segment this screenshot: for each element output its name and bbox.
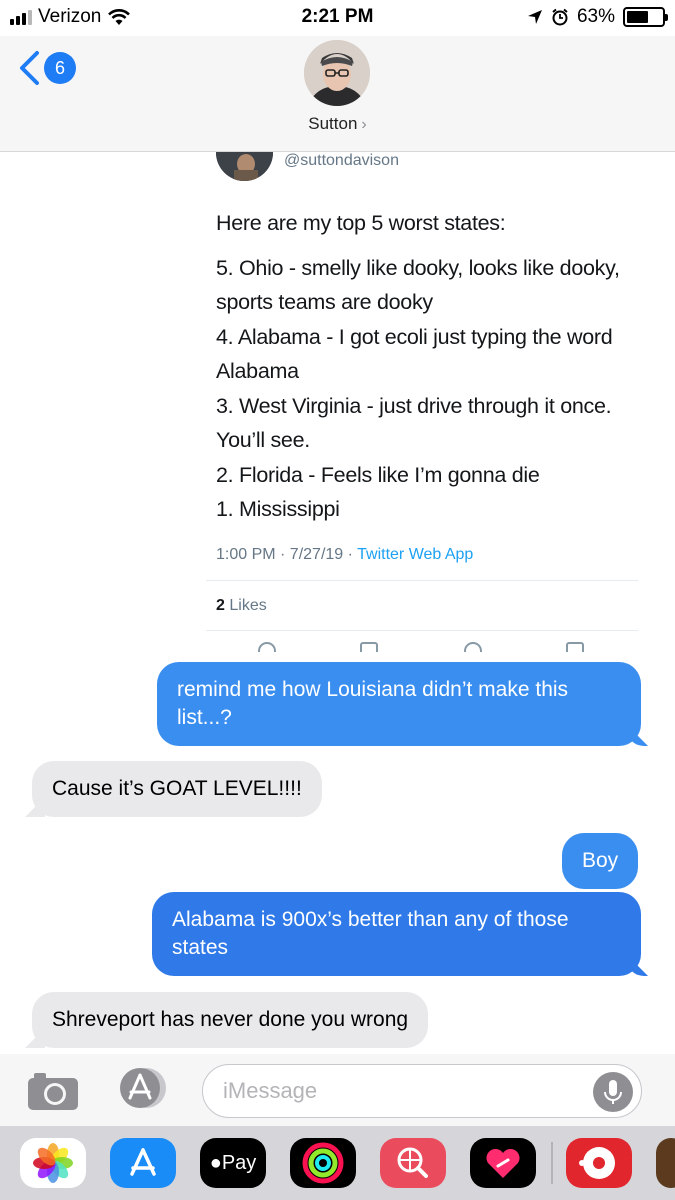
person-photo-icon <box>216 152 273 181</box>
share-icon <box>566 642 584 652</box>
heart-icon <box>464 642 482 652</box>
divider <box>206 580 638 581</box>
apple-pay-label: Pay <box>221 1152 257 1174</box>
apple-pay-icon[interactable]: ●Pay <box>200 1138 266 1188</box>
activity-icon[interactable] <box>290 1138 356 1188</box>
photos-icon[interactable] <box>20 1138 86 1188</box>
alarm-icon <box>552 8 568 26</box>
microphone-icon <box>604 1080 622 1104</box>
app-store-icon[interactable] <box>114 1066 166 1110</box>
back-button[interactable]: 6 <box>18 50 76 86</box>
battery-icon <box>623 7 668 27</box>
contact-name-button[interactable]: Sutton › <box>0 114 675 134</box>
apple-logo-icon: ● <box>209 1152 222 1174</box>
message-text: Shreveport has never done you wrong <box>52 1008 409 1031</box>
app-store-icon[interactable] <box>110 1138 176 1188</box>
message-text: Cause it’s GOAT LEVEL!!!! <box>52 777 302 800</box>
tweet-likes: 2 Likes <box>216 597 267 615</box>
digital-touch-icon[interactable] <box>470 1138 536 1188</box>
likes-count: 2 <box>216 597 225 614</box>
app-store-glyph-icon <box>130 1148 156 1176</box>
message-text: remind me how Louisiana didn’t make this… <box>177 678 569 729</box>
person-photo-icon <box>304 40 370 106</box>
status-right: 63% <box>527 6 668 28</box>
received-message[interactable]: Shreveport has never done you wrong <box>32 992 429 1048</box>
unread-count-badge: 6 <box>44 52 76 84</box>
tweet-line: 1. Mississippi <box>216 497 340 521</box>
location-icon <box>527 10 542 24</box>
sent-message[interactable]: remind me how Louisiana didn’t make this… <box>157 662 641 746</box>
heart-touch-icon <box>486 1148 520 1178</box>
compose-bar <box>0 1054 675 1126</box>
sent-message[interactable]: Boy <box>562 833 639 889</box>
divider <box>206 630 638 631</box>
chevron-left-icon <box>20 51 39 85</box>
tweet-intro: Here are my top 5 worst states: <box>216 211 506 235</box>
tweet-timestamp: 1:00 PM · 7/27/19 · Twitter Web App <box>216 546 473 564</box>
globe-search-icon <box>397 1147 428 1178</box>
contact-avatar[interactable] <box>304 40 370 106</box>
tweet-screenshot: @suttondavison Here are my top 5 worst s… <box>0 152 675 652</box>
message-field <box>202 1064 642 1118</box>
status-bar: Verizon 2:21 PM 63% <box>0 0 675 36</box>
battery-level-fill <box>627 11 649 23</box>
tweet-time-date: 1:00 PM · 7/27/19 · <box>216 546 358 563</box>
likes-label: Likes <box>229 597 267 614</box>
web-search-icon[interactable] <box>380 1138 446 1188</box>
battery-percent: 63% <box>576 6 615 27</box>
tweet-handle: @suttondavison <box>284 152 399 169</box>
extra-app-icon[interactable] <box>656 1138 675 1188</box>
record-icon <box>579 1147 615 1179</box>
message-text: Boy <box>582 849 619 872</box>
retweet-icon <box>360 642 378 652</box>
app-drawer: ●Pay <box>0 1126 675 1200</box>
tweet-line: 5. Ohio - smelly like dooky, looks like … <box>216 255 620 315</box>
tweet-line: 4. Alabama - I got ecoli just typing the… <box>216 324 613 384</box>
reply-icon <box>258 642 276 652</box>
received-message[interactable]: Cause it’s GOAT LEVEL!!!! <box>32 761 322 817</box>
contact-name: Sutton <box>308 114 358 133</box>
camera-icon[interactable] <box>26 1070 80 1112</box>
sent-message[interactable]: Alabama is 900x’s better than any of tho… <box>152 892 641 976</box>
microphone-button[interactable] <box>593 1072 633 1112</box>
music-icon[interactable] <box>566 1138 632 1188</box>
divider <box>551 1142 553 1184</box>
tweet-line: 3. West Virginia - just drive through it… <box>216 393 612 453</box>
activity-rings-icon <box>302 1142 344 1184</box>
tweet-author-avatar <box>216 152 273 181</box>
message-text: Alabama is 900x’s better than any of tho… <box>172 908 569 959</box>
tweet-text: Here are my top 5 worst states: 5. Ohio … <box>216 206 636 527</box>
chevron-right-icon: › <box>361 116 367 133</box>
message-input[interactable] <box>203 1065 563 1116</box>
tweet-source: Twitter Web App <box>357 546 474 563</box>
conversation-header: 6 Sutton › <box>0 36 675 152</box>
tweet-line: 2. Florida - Feels like I’m gonna die <box>216 462 540 487</box>
photos-icon <box>33 1143 73 1183</box>
